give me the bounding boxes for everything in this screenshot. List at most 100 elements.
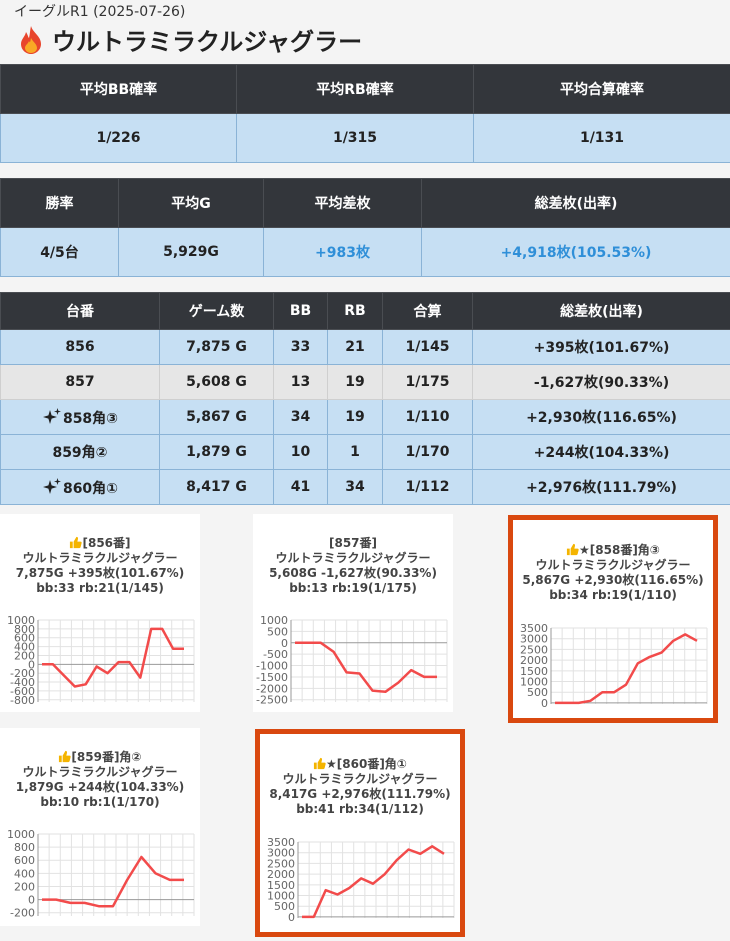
chart-model: ウルトラミラクルジャグラー xyxy=(22,551,178,565)
avg-games: 5,929G xyxy=(118,227,264,277)
bb-count: 10 xyxy=(273,434,328,470)
y-tick-label: 0 xyxy=(288,911,295,924)
chart-model: ウルトラミラクルジャグラー xyxy=(275,551,431,565)
y-tick-label: 0 xyxy=(541,697,548,710)
probability-summary-table: 平均BB確率 平均RB確率 平均合算確率 1/226 1/315 1/131 xyxy=(0,64,730,163)
sparkle-icon xyxy=(42,407,61,424)
bb-count: 13 xyxy=(273,364,328,400)
sparkle-icon xyxy=(42,477,61,494)
y-tick-label: 0 xyxy=(28,894,35,907)
table-row[interactable]: 858角③ 5,867 G 34 19 1/110 +2,930枚(116.65… xyxy=(0,399,730,435)
rb-count: 1 xyxy=(327,434,383,470)
chart-counts: bb:33 rb:21(1/145) xyxy=(36,581,164,595)
total-prob: 1/110 xyxy=(382,399,473,435)
avg-diff-header: 平均差枚 xyxy=(263,178,422,228)
chart-title: [859番]角② xyxy=(71,750,142,764)
col-rb: RB xyxy=(327,292,383,330)
page-title: ウルトラミラクルジャグラー xyxy=(18,22,362,57)
chart-card-856[interactable]: [856番] ウルトラミラクルジャグラー 7,875G +395枚(101.67… xyxy=(0,514,200,712)
total-diff: -1,627枚(90.33%) xyxy=(472,364,730,400)
chart-card-859[interactable]: [859番]角② ウルトラミラクルジャグラー 1,879G +244枚(104.… xyxy=(0,728,200,926)
avg-bb-prob: 1/226 xyxy=(0,113,237,163)
total-diff: +244枚(104.33%) xyxy=(472,434,730,470)
thumbs-up-icon xyxy=(313,757,326,770)
bb-count: 33 xyxy=(273,329,328,365)
rb-count: 19 xyxy=(327,364,383,400)
bb-count: 41 xyxy=(273,469,328,505)
y-tick-label: -200 xyxy=(10,907,35,920)
games: 7,875 G xyxy=(159,329,274,365)
total-diff: +2,976枚(111.79%) xyxy=(472,469,730,505)
machine-id: 856 xyxy=(0,329,160,365)
chart-model: ウルトラミラクルジャグラー xyxy=(535,558,691,572)
model-name: ウルトラミラクルジャグラー xyxy=(52,28,363,56)
win-rate-header: 勝率 xyxy=(0,178,119,228)
total-diff: +4,918枚(105.53%) xyxy=(421,227,730,277)
fire-icon xyxy=(21,25,41,54)
avg-diff: +983枚 xyxy=(263,227,422,277)
chart-counts: bb:41 rb:34(1/112) xyxy=(296,802,424,816)
bb-count: 34 xyxy=(273,399,328,435)
total-prob: 1/170 xyxy=(382,434,473,470)
chart-title: [857番] xyxy=(328,536,378,550)
y-tick-label: 400 xyxy=(14,867,35,880)
y-tick-label: 800 xyxy=(14,841,35,854)
col-bb: BB xyxy=(273,292,328,330)
games: 5,608 G xyxy=(159,364,274,400)
result-summary-table: 勝率 平均G 平均差枚 総差枚(出率) 4/5台 5,929G +983枚 +4… xyxy=(0,178,730,277)
total-diff-header: 総差枚(出率) xyxy=(421,178,730,228)
total-prob: 1/175 xyxy=(382,364,473,400)
total-prob: 1/112 xyxy=(382,469,473,505)
table-row[interactable]: 856 7,875 G 33 21 1/145 +395枚(101.67%) xyxy=(0,329,730,365)
page-header: イーグルR1 (2025-07-26) ウルトラミラクルジャグラー xyxy=(0,0,730,62)
games: 1,879 G xyxy=(159,434,274,470)
y-tick-label: 600 xyxy=(14,854,35,867)
col-total-prob: 合算 xyxy=(382,292,473,330)
chart-stats: 1,879G +244枚(104.33%) xyxy=(15,780,185,794)
diff-line-chart: 3500300025002000150010005000 xyxy=(520,622,708,710)
col-machine-id: 台番 xyxy=(0,292,160,330)
rb-count: 19 xyxy=(327,399,383,435)
avg-bb-prob-header: 平均BB確率 xyxy=(0,64,237,114)
chart-stats: 7,875G +395枚(101.67%) xyxy=(15,566,185,580)
chart-title: ★[860番]角① xyxy=(326,757,407,771)
chart-counts: bb:10 rb:1(1/170) xyxy=(40,795,160,809)
chart-stats: 5,608G -1,627枚(90.33%) xyxy=(269,566,437,580)
chart-card-858[interactable]: ★[858番]角③ ウルトラミラクルジャグラー 5,867G +2,930枚(1… xyxy=(508,515,718,723)
table-row[interactable]: 859角② 1,879 G 10 1 1/170 +244枚(104.33%) xyxy=(0,434,730,470)
chart-model: ウルトラミラクルジャグラー xyxy=(22,765,178,779)
games: 8,417 G xyxy=(159,469,274,505)
diff-line-chart: 10008006004002000-200-400-600-800 xyxy=(7,614,195,707)
table-row[interactable]: 857 5,608 G 13 19 1/175 -1,627枚(90.33%) xyxy=(0,364,730,400)
avg-games-header: 平均G xyxy=(118,178,264,228)
chart-counts: bb:34 rb:19(1/110) xyxy=(549,588,677,602)
diff-line-chart: 10008006004002000-200 xyxy=(7,828,195,920)
machine-table: 台番 ゲーム数 BB RB 合算 総差枚(出率) 856 7,875 G 33 … xyxy=(0,292,730,505)
col-games: ゲーム数 xyxy=(159,292,274,330)
avg-rb-prob: 1/315 xyxy=(236,113,474,163)
rb-count: 34 xyxy=(327,469,383,505)
store-date: イーグルR1 (2025-07-26) xyxy=(14,4,186,20)
chart-title: [856番] xyxy=(82,536,131,550)
machine-id: 859角② xyxy=(0,434,160,470)
table-row[interactable]: 860角① 8,417 G 41 34 1/112 +2,976枚(111.79… xyxy=(0,469,730,505)
games: 5,867 G xyxy=(159,399,274,435)
machine-id-cell: 860角① xyxy=(0,469,160,505)
avg-total-prob: 1/131 xyxy=(473,113,730,163)
machine-id: 857 xyxy=(0,364,160,400)
chart-title: ★[858番]角③ xyxy=(579,543,660,557)
diff-line-chart: 3500300025002000150010005000 xyxy=(267,836,455,924)
avg-rb-prob-header: 平均RB確率 xyxy=(236,64,474,114)
chart-card-860[interactable]: ★[860番]角① ウルトラミラクルジャグラー 8,417G +2,976枚(1… xyxy=(255,729,465,937)
chart-model: ウルトラミラクルジャグラー xyxy=(282,772,438,786)
total-diff: +2,930枚(116.65%) xyxy=(472,399,730,435)
win-rate: 4/5台 xyxy=(0,227,119,277)
avg-total-prob-header: 平均合算確率 xyxy=(473,64,730,114)
diff-line-chart: 10005000-500-1000-1500-2000-2500 xyxy=(256,614,448,707)
y-tick-label: 1000 xyxy=(7,828,35,841)
chart-stats: 8,417G +2,976枚(111.79%) xyxy=(269,787,451,801)
machine-id: 860角① xyxy=(62,480,119,497)
total-diff: +395枚(101.67%) xyxy=(472,329,730,365)
chart-card-857[interactable]: [857番] ウルトラミラクルジャグラー 5,608G -1,627枚(90.3… xyxy=(253,514,453,712)
thumbs-up-icon xyxy=(566,543,579,556)
